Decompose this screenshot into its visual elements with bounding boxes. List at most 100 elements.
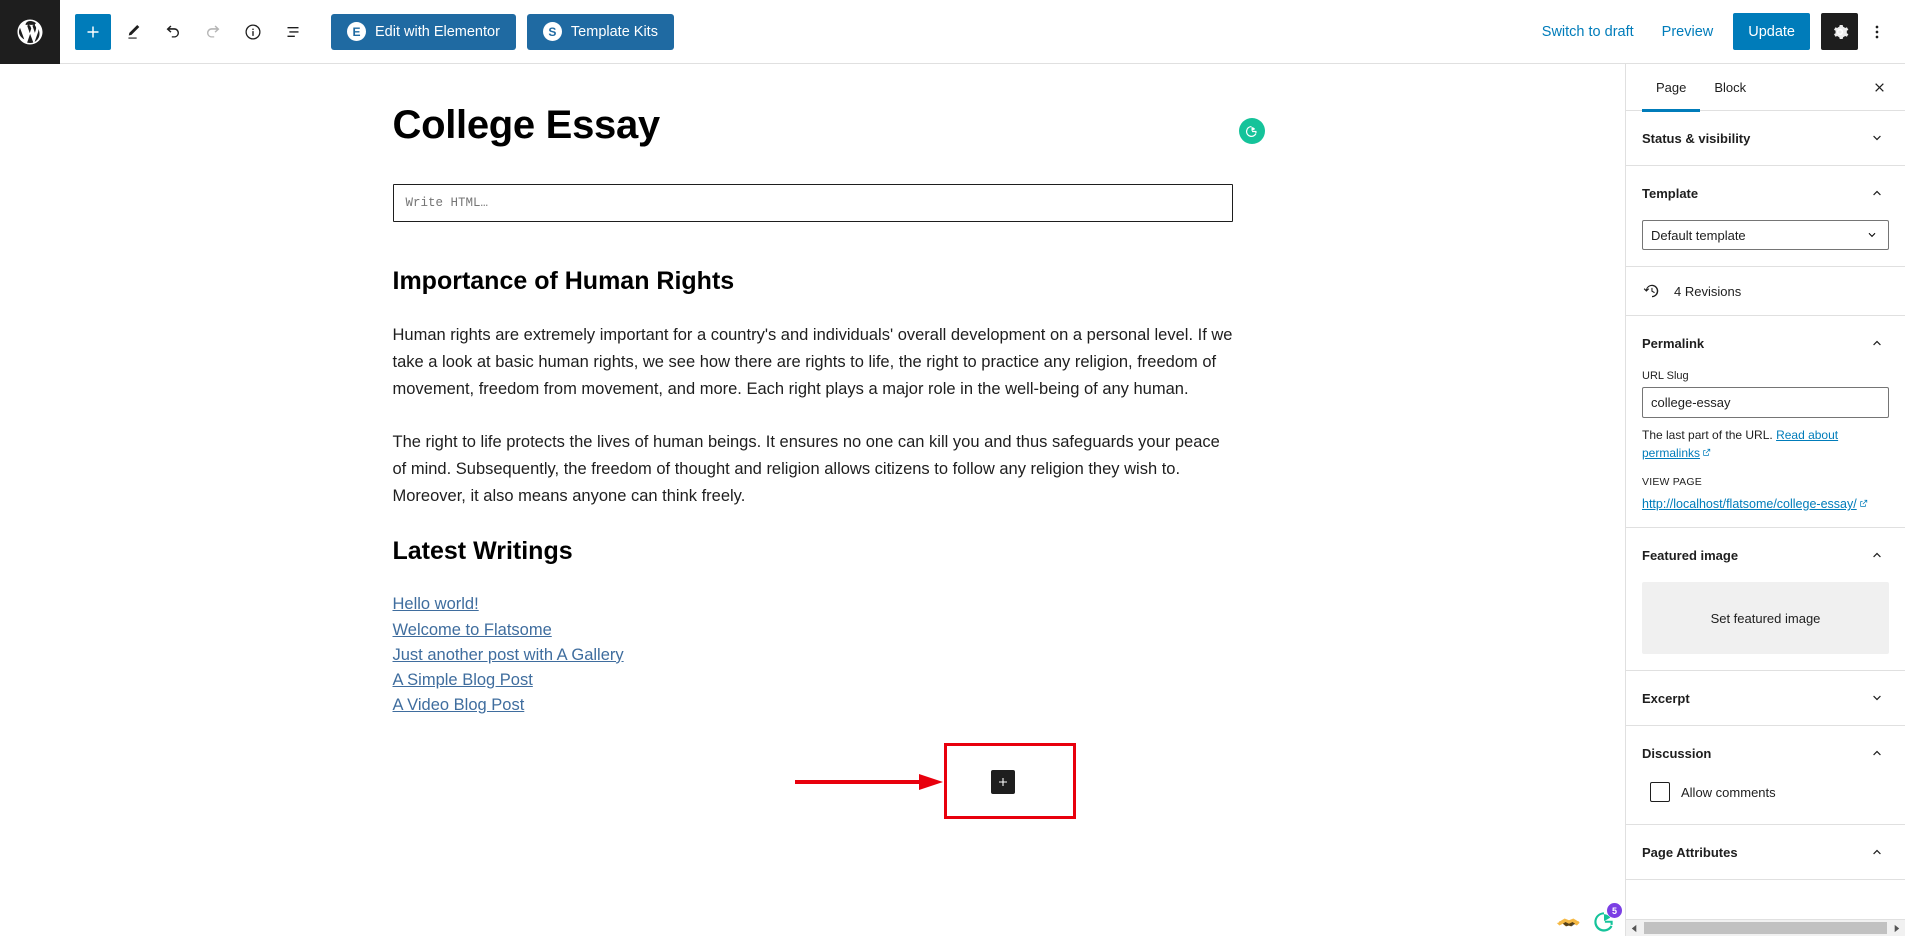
block-inserter-button[interactable]: [991, 770, 1015, 794]
set-featured-image-button[interactable]: Set featured image: [1642, 582, 1889, 654]
grammarly-glyph-icon: [1245, 125, 1257, 137]
link-a-video-blog-post[interactable]: A Video Blog Post: [393, 693, 525, 717]
template-select[interactable]: Default template: [1642, 220, 1889, 250]
heading-importance-of-human-rights[interactable]: Importance of Human Rights: [393, 266, 1233, 296]
panel-featured-image-header[interactable]: Featured image: [1626, 528, 1905, 582]
panel-permalink-header[interactable]: Permalink: [1626, 316, 1905, 370]
list-view-icon: [287, 26, 299, 37]
handshake-icon[interactable]: [1555, 908, 1583, 936]
paragraph-human-rights-importance[interactable]: Human rights are extremely important for…: [393, 322, 1233, 403]
grammarly-icon[interactable]: [1238, 118, 1265, 144]
allow-comments-checkbox[interactable]: [1650, 782, 1670, 802]
settings-sidebar: Page Block Status & visibility Template: [1625, 64, 1905, 936]
edit-with-elementor-label: Edit with Elementor: [375, 23, 500, 40]
settings-button[interactable]: [1821, 13, 1858, 50]
view-page-url-text: http://localhost/flatsome/college-essay/: [1642, 497, 1857, 511]
top-bar-tools: [60, 13, 311, 50]
panel-featured-image: Featured image Set featured image: [1626, 528, 1905, 671]
list-view-button[interactable]: [275, 14, 311, 50]
panel-discussion-header[interactable]: Discussion: [1626, 726, 1905, 780]
link-just-another-post-with-a-gallery[interactable]: Just another post with A Gallery: [393, 643, 624, 667]
details-button[interactable]: [235, 14, 271, 50]
panel-status-visibility-title: Status & visibility: [1642, 130, 1751, 146]
url-slug-label: URL Slug: [1642, 370, 1689, 382]
close-sidebar-button[interactable]: [1857, 65, 1901, 109]
allow-comments-label: Allow comments: [1681, 784, 1776, 800]
scrollbar-thumb[interactable]: [1644, 922, 1887, 934]
template-kits-button[interactable]: S Template Kits: [526, 13, 674, 50]
chevron-up-icon: [1865, 331, 1889, 355]
panel-template-title: Template: [1642, 185, 1699, 201]
panel-template-body: Default template: [1626, 220, 1905, 266]
page-title[interactable]: College Essay: [393, 102, 1233, 148]
panel-discussion: Discussion Allow comments: [1626, 726, 1905, 825]
editor-top-bar: E Edit with Elementor S Template Kits Sw…: [0, 0, 1905, 64]
url-slug-input[interactable]: [1642, 387, 1889, 418]
undo-icon: [166, 24, 179, 37]
scroll-right-arrow-icon[interactable]: [1888, 920, 1905, 936]
post-content: College Essay Write HTML… Importance of …: [392, 64, 1265, 718]
redo-button[interactable]: [195, 14, 231, 50]
panel-page-attributes-header[interactable]: Page Attributes: [1626, 825, 1905, 879]
handshake-glyph-icon: [1556, 918, 1580, 927]
html-block-placeholder: Write HTML…: [405, 196, 489, 210]
template-select-value: Default template: [1651, 227, 1746, 243]
view-page-link[interactable]: http://localhost/flatsome/college-essay/: [1642, 497, 1889, 511]
close-icon: [1874, 82, 1884, 92]
edit-with-elementor-button[interactable]: E Edit with Elementor: [331, 13, 516, 50]
link-a-simple-blog-post[interactable]: A Simple Blog Post: [393, 668, 533, 692]
sidebar-horizontal-scrollbar[interactable]: [1626, 919, 1905, 936]
top-bar-actions: Switch to draft Preview Update: [1528, 13, 1905, 50]
more-options-button[interactable]: [1860, 13, 1894, 50]
paragraph-right-to-life[interactable]: The right to life protects the lives of …: [393, 429, 1233, 510]
list-item: A Simple Blog Post: [393, 668, 1233, 692]
tab-block[interactable]: Block: [1700, 64, 1760, 111]
chevron-up-icon: [1865, 741, 1889, 765]
panel-status-visibility: Status & visibility: [1626, 111, 1905, 166]
notification-badge: 5: [1607, 903, 1622, 918]
panel-status-visibility-header[interactable]: Status & visibility: [1626, 111, 1905, 165]
allow-comments-row[interactable]: Allow comments: [1642, 780, 1889, 808]
panel-page-attributes: Page Attributes: [1626, 825, 1905, 880]
permalink-helper-prefix: The last part of the URL.: [1642, 428, 1777, 442]
edit-tool-button[interactable]: [115, 14, 151, 50]
panel-permalink-body: URL Slug The last part of the URL. Read …: [1626, 370, 1905, 527]
update-button[interactable]: Update: [1733, 13, 1810, 50]
custom-html-block[interactable]: Write HTML…: [392, 184, 1233, 222]
add-block-button[interactable]: [75, 13, 111, 50]
panel-discussion-title: Discussion: [1642, 745, 1712, 761]
revisions-row[interactable]: 4 Revisions: [1626, 267, 1905, 316]
editor-canvas[interactable]: College Essay Write HTML… Importance of …: [0, 64, 1625, 936]
plugin-buttons: E Edit with Elementor S Template Kits: [331, 13, 674, 50]
undo-button[interactable]: [155, 14, 191, 50]
plus-icon: [999, 778, 1007, 786]
link-welcome-to-flatsome[interactable]: Welcome to Flatsome: [393, 618, 552, 642]
list-item: Welcome to Flatsome: [393, 618, 1233, 642]
template-kits-label: Template Kits: [570, 23, 658, 40]
switch-to-draft-button[interactable]: Switch to draft: [1528, 14, 1648, 50]
latest-writings-list: Hello world! Welcome to Flatsome Just an…: [393, 592, 1233, 717]
scroll-left-arrow-icon[interactable]: [1626, 920, 1643, 936]
external-link-icon: [1701, 445, 1712, 456]
wordpress-logo[interactable]: [0, 0, 60, 64]
panel-excerpt-header[interactable]: Excerpt: [1626, 671, 1905, 725]
panel-template-header[interactable]: Template: [1626, 166, 1905, 220]
list-item: Just another post with A Gallery: [393, 643, 1233, 667]
plus-icon: [87, 26, 99, 37]
revisions-label: 4 Revisions: [1674, 283, 1742, 299]
panel-featured-image-title: Featured image: [1642, 547, 1739, 563]
grammarly-extension-icon[interactable]: 5: [1590, 903, 1622, 936]
preview-button[interactable]: Preview: [1648, 14, 1728, 50]
permalink-helper-text: The last part of the URL. Read about per…: [1642, 426, 1889, 462]
chevron-down-icon: [1865, 126, 1889, 150]
panel-excerpt-title: Excerpt: [1642, 690, 1690, 706]
elementor-badge-icon: E: [347, 22, 366, 41]
info-icon: [245, 23, 261, 40]
redo-icon: [207, 24, 220, 37]
panel-discussion-body: Allow comments: [1626, 780, 1905, 824]
panel-permalink: Permalink URL Slug The last part of the …: [1626, 316, 1905, 528]
panel-template: Template Default template: [1626, 166, 1905, 267]
link-hello-world[interactable]: Hello world!: [393, 592, 479, 616]
tab-page[interactable]: Page: [1642, 64, 1701, 112]
heading-latest-writings[interactable]: Latest Writings: [393, 536, 1233, 566]
